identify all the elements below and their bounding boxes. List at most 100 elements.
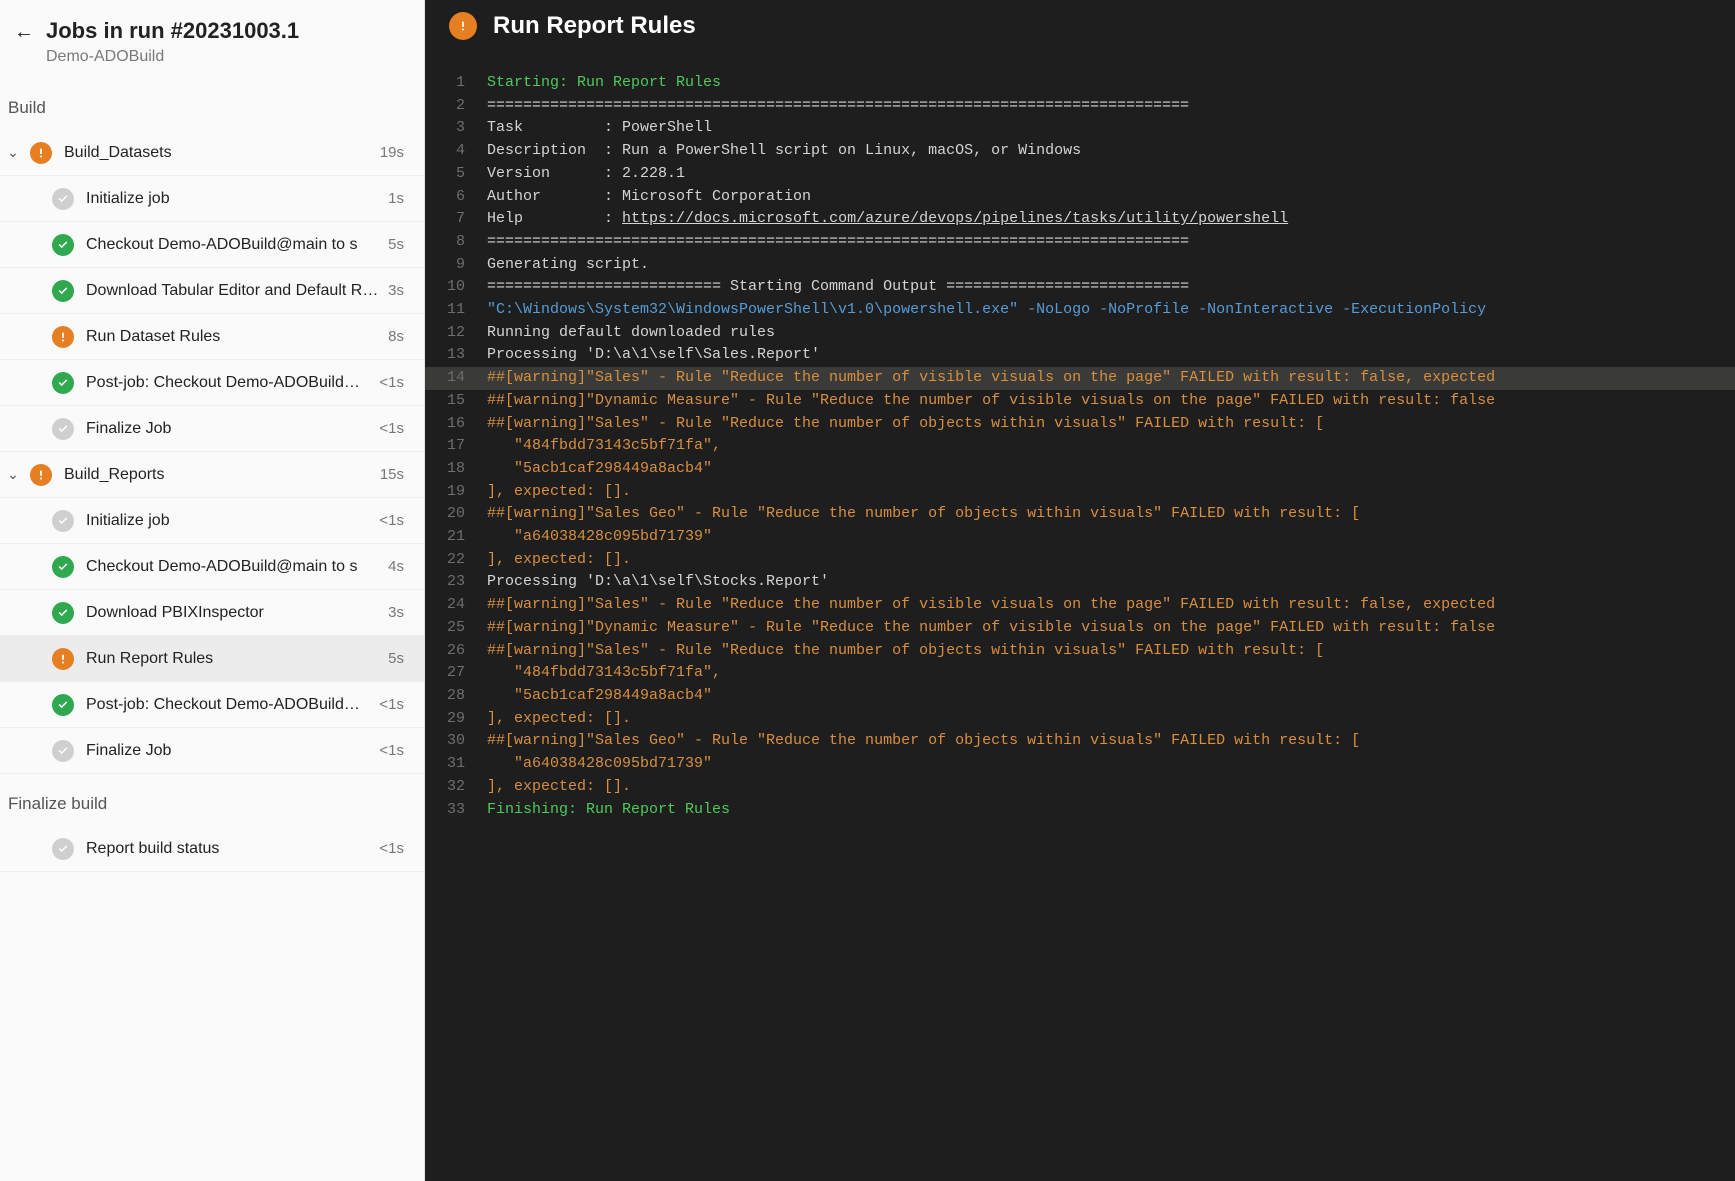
log-line[interactable]: 18 "5acb1caf298449a8acb4" xyxy=(425,458,1735,481)
step-row[interactable]: Report build status<1s xyxy=(0,826,424,872)
log-line[interactable]: 23Processing 'D:\a\1\self\Stocks.Report' xyxy=(425,571,1735,594)
line-content: Author : Microsoft Corporation xyxy=(487,186,1735,209)
log-line[interactable]: 1Starting: Run Report Rules xyxy=(425,72,1735,95)
log-line[interactable]: 28 "5acb1caf298449a8acb4" xyxy=(425,685,1735,708)
log-line[interactable]: 4Description : Run a PowerShell script o… xyxy=(425,140,1735,163)
log-line[interactable]: 10========================== Starting Co… xyxy=(425,276,1735,299)
line-content: ##[warning]"Sales" - Rule "Reduce the nu… xyxy=(487,594,1735,617)
log-line[interactable]: 26##[warning]"Sales" - Rule "Reduce the … xyxy=(425,640,1735,663)
step-row[interactable]: Initialize job1s xyxy=(0,176,424,222)
log-line[interactable]: 3Task : PowerShell xyxy=(425,117,1735,140)
step-row[interactable]: Finalize Job<1s xyxy=(0,406,424,452)
warning-icon xyxy=(449,12,477,40)
line-content: Finishing: Run Report Rules xyxy=(487,799,1735,822)
line-number: 27 xyxy=(425,662,487,685)
line-content: ##[warning]"Sales" - Rule "Reduce the nu… xyxy=(487,640,1735,663)
line-number: 19 xyxy=(425,481,487,504)
line-content: "a64038428c095bd71739" xyxy=(487,526,1735,549)
line-content: Starting: Run Report Rules xyxy=(487,72,1735,95)
line-number: 17 xyxy=(425,435,487,458)
line-content: ##[warning]"Sales" - Rule "Reduce the nu… xyxy=(487,413,1735,436)
stage-label: Build_Datasets xyxy=(64,144,372,162)
step-row[interactable]: Post-job: Checkout Demo-ADOBuild@main<1s xyxy=(0,360,424,406)
stage-row[interactable]: ⌄ Build_Reports15s xyxy=(0,452,424,498)
log-line[interactable]: 9Generating script. xyxy=(425,254,1735,277)
log-header: Run Report Rules xyxy=(425,0,1735,52)
step-row[interactable]: Run Dataset Rules8s xyxy=(0,314,424,360)
line-number: 26 xyxy=(425,640,487,663)
step-label: Initialize job xyxy=(86,190,380,208)
log-line[interactable]: 7Help : https://docs.microsoft.com/azure… xyxy=(425,208,1735,231)
log-line[interactable]: 32], expected: []. xyxy=(425,776,1735,799)
duration: <1s xyxy=(371,374,404,391)
log-line[interactable]: 30##[warning]"Sales Geo" - Rule "Reduce … xyxy=(425,730,1735,753)
log-line[interactable]: 2=======================================… xyxy=(425,95,1735,118)
chevron-down-icon[interactable]: ⌄ xyxy=(0,466,26,483)
duration: 4s xyxy=(380,558,404,575)
stage-label: Build_Reports xyxy=(64,466,372,484)
step-label: Run Report Rules xyxy=(86,650,380,668)
log-line[interactable]: 8=======================================… xyxy=(425,231,1735,254)
sidebar: ← Jobs in run #20231003.1 Demo-ADOBuild … xyxy=(0,0,425,1181)
log-line[interactable]: 14##[warning]"Sales" - Rule "Reduce the … xyxy=(425,367,1735,390)
log-line[interactable]: 27 "484fbdd73143c5bf71fa", xyxy=(425,662,1735,685)
line-number: 30 xyxy=(425,730,487,753)
log-line[interactable]: 20##[warning]"Sales Geo" - Rule "Reduce … xyxy=(425,503,1735,526)
log-line[interactable]: 6Author : Microsoft Corporation xyxy=(425,186,1735,209)
back-arrow-icon[interactable]: ← xyxy=(14,18,34,46)
line-content: ##[warning]"Sales" - Rule "Reduce the nu… xyxy=(487,367,1735,390)
log-line[interactable]: 16##[warning]"Sales" - Rule "Reduce the … xyxy=(425,413,1735,436)
log-line[interactable]: 22], expected: []. xyxy=(425,549,1735,572)
duration: <1s xyxy=(371,420,404,437)
line-number: 24 xyxy=(425,594,487,617)
duration: 15s xyxy=(372,466,404,483)
duration: <1s xyxy=(371,840,404,857)
log-line[interactable]: 15##[warning]"Dynamic Measure" - Rule "R… xyxy=(425,390,1735,413)
page-title: Jobs in run #20231003.1 xyxy=(46,18,299,44)
duration: 8s xyxy=(380,328,404,345)
log-line[interactable]: 12Running default downloaded rules xyxy=(425,322,1735,345)
line-content: "484fbdd73143c5bf71fa", xyxy=(487,435,1735,458)
stage-row[interactable]: ⌄Build_Datasets19s xyxy=(0,130,424,176)
line-content: ], expected: []. xyxy=(487,549,1735,572)
help-link[interactable]: https://docs.microsoft.com/azure/devops/… xyxy=(622,210,1288,227)
line-content: ], expected: []. xyxy=(487,776,1735,799)
step-row[interactable]: Download PBIXInspector3s xyxy=(0,590,424,636)
log-line[interactable]: 13Processing 'D:\a\1\self\Sales.Report' xyxy=(425,344,1735,367)
line-number: 4 xyxy=(425,140,487,163)
log-line[interactable]: 31 "a64038428c095bd71739" xyxy=(425,753,1735,776)
step-row[interactable]: Download Tabular Editor and Default Rule… xyxy=(0,268,424,314)
chevron-down-icon[interactable]: ⌄ xyxy=(0,144,26,161)
step-row[interactable]: Checkout Demo-ADOBuild@main to s4s xyxy=(0,544,424,590)
step-row[interactable]: Checkout Demo-ADOBuild@main to s5s xyxy=(0,222,424,268)
step-label: Finalize Job xyxy=(86,742,371,760)
log-line[interactable]: 17 "484fbdd73143c5bf71fa", xyxy=(425,435,1735,458)
line-content: "484fbdd73143c5bf71fa", xyxy=(487,662,1735,685)
line-number: 23 xyxy=(425,571,487,594)
log-line[interactable]: 21 "a64038428c095bd71739" xyxy=(425,526,1735,549)
log-line[interactable]: 33Finishing: Run Report Rules xyxy=(425,799,1735,822)
step-row[interactable]: Post-job: Checkout Demo-ADOBuild@main<1s xyxy=(0,682,424,728)
line-content: Running default downloaded rules xyxy=(487,322,1735,345)
section-build: Build xyxy=(0,90,424,130)
log-line[interactable]: 5Version : 2.228.1 xyxy=(425,163,1735,186)
line-content: ========================================… xyxy=(487,95,1735,118)
step-row[interactable]: Run Report Rules5s xyxy=(0,636,424,682)
section-finalize: Finalize build xyxy=(0,774,424,826)
line-number: 10 xyxy=(425,276,487,299)
step-row[interactable]: Finalize Job<1s xyxy=(0,728,424,774)
log-line[interactable]: 29], expected: []. xyxy=(425,708,1735,731)
step-label: Report build status xyxy=(86,840,371,858)
log-line[interactable]: 11"C:\Windows\System32\WindowsPowerShell… xyxy=(425,299,1735,322)
log-line[interactable]: 19], expected: []. xyxy=(425,481,1735,504)
log-output[interactable]: 1Starting: Run Report Rules2============… xyxy=(425,52,1735,1181)
line-content: "C:\Windows\System32\WindowsPowerShell\v… xyxy=(487,299,1735,322)
line-number: 12 xyxy=(425,322,487,345)
line-number: 16 xyxy=(425,413,487,436)
step-label: Initialize job xyxy=(86,512,371,530)
log-line[interactable]: 24##[warning]"Sales" - Rule "Reduce the … xyxy=(425,594,1735,617)
step-row[interactable]: Initialize job<1s xyxy=(0,498,424,544)
log-line[interactable]: 25##[warning]"Dynamic Measure" - Rule "R… xyxy=(425,617,1735,640)
duration: 3s xyxy=(380,604,404,621)
line-content: Version : 2.228.1 xyxy=(487,163,1735,186)
